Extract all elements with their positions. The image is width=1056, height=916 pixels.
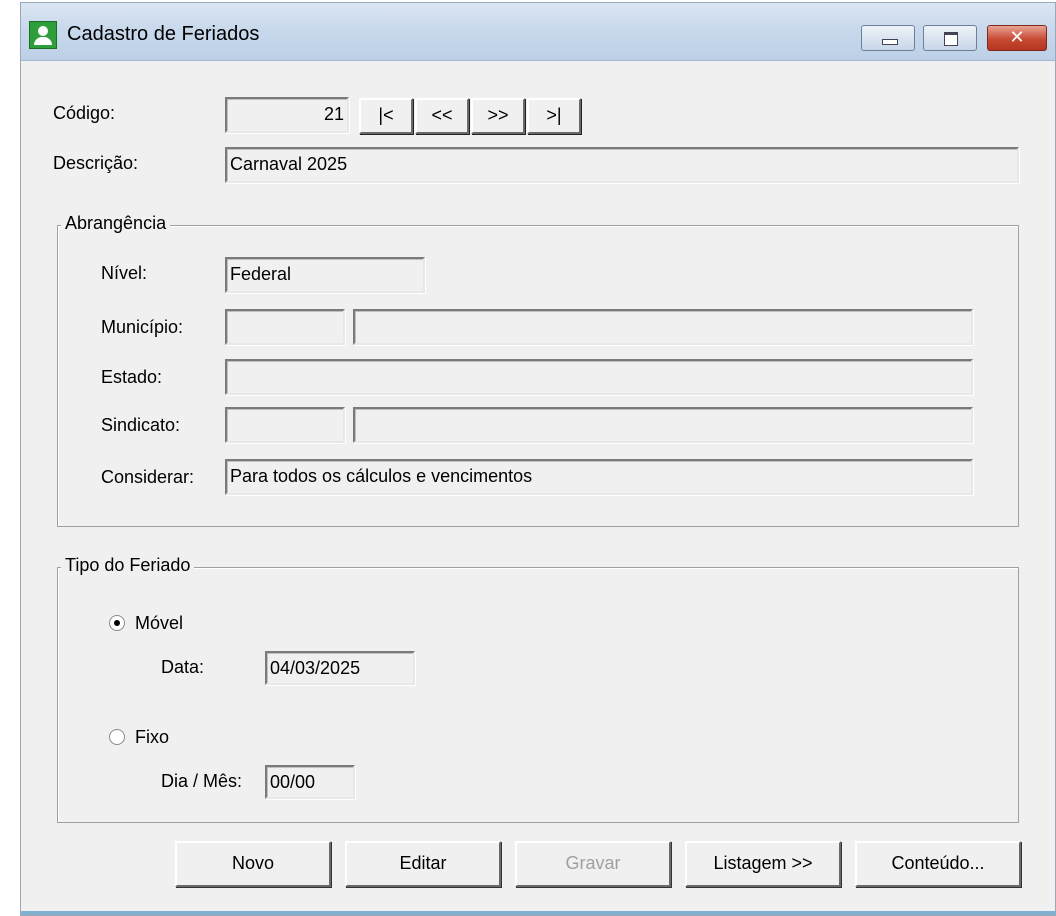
data-field[interactable]: 04/03/2025 [265,651,415,685]
abrangencia-title: Abrangência [61,213,171,234]
close-icon: ✕ [1009,27,1025,48]
close-button[interactable]: ✕ [987,25,1047,51]
considerar-field[interactable]: Para todos os cálculos e vencimentos [225,459,973,495]
considerar-label: Considerar: [101,467,195,487]
maximize-icon [944,32,958,46]
conteudo-button[interactable]: Conteúdo... [855,841,1021,887]
maximize-button[interactable] [923,25,977,51]
window-title: Cadastro de Feriados [67,23,260,45]
previous-record-button[interactable]: << [415,98,469,134]
codigo-label: Código: [53,103,116,123]
editar-button[interactable]: Editar [345,841,501,887]
estado-field[interactable] [225,359,973,395]
last-record-button[interactable]: >| [527,98,581,134]
next-record-button[interactable]: >> [471,98,525,134]
listagem-button[interactable]: Listagem >> [685,841,841,887]
dia-mes-label: Dia / Mês: [161,771,243,791]
gravar-button[interactable]: Gravar [515,841,671,887]
tipo-feriado-title: Tipo do Feriado [61,555,195,576]
minimize-button[interactable] [861,25,915,51]
descricao-label: Descrição: [53,153,139,173]
novo-button[interactable]: Novo [175,841,331,887]
movel-radio[interactable] [109,615,125,631]
nivel-field[interactable]: Federal [225,257,425,293]
sindicato-name-field[interactable] [353,407,973,443]
data-label: Data: [161,657,205,677]
title-bar[interactable]: Cadastro de Feriados ✕ [21,3,1055,61]
minimize-icon [882,39,898,45]
municipio-label: Município: [101,317,184,337]
first-record-button[interactable]: |< [359,98,413,134]
dia-mes-field[interactable]: 00/00 [265,765,355,799]
movel-label[interactable]: Móvel [135,613,183,634]
nivel-label: Nível: [101,263,148,283]
descricao-field[interactable]: Carnaval 2025 [225,147,1019,183]
municipio-code-field[interactable] [225,309,345,345]
estado-label: Estado: [101,367,163,387]
codigo-field[interactable]: 21 [225,97,349,133]
municipio-name-field[interactable] [353,309,973,345]
app-user-icon [29,21,57,49]
sindicato-code-field[interactable] [225,407,345,443]
fixo-label[interactable]: Fixo [135,727,169,748]
window-bottom-edge [21,911,1055,915]
fixo-radio[interactable] [109,729,125,745]
window: Cadastro de Feriados ✕ Código: 21 |< << … [20,2,1056,916]
sindicato-label: Sindicato: [101,415,181,435]
